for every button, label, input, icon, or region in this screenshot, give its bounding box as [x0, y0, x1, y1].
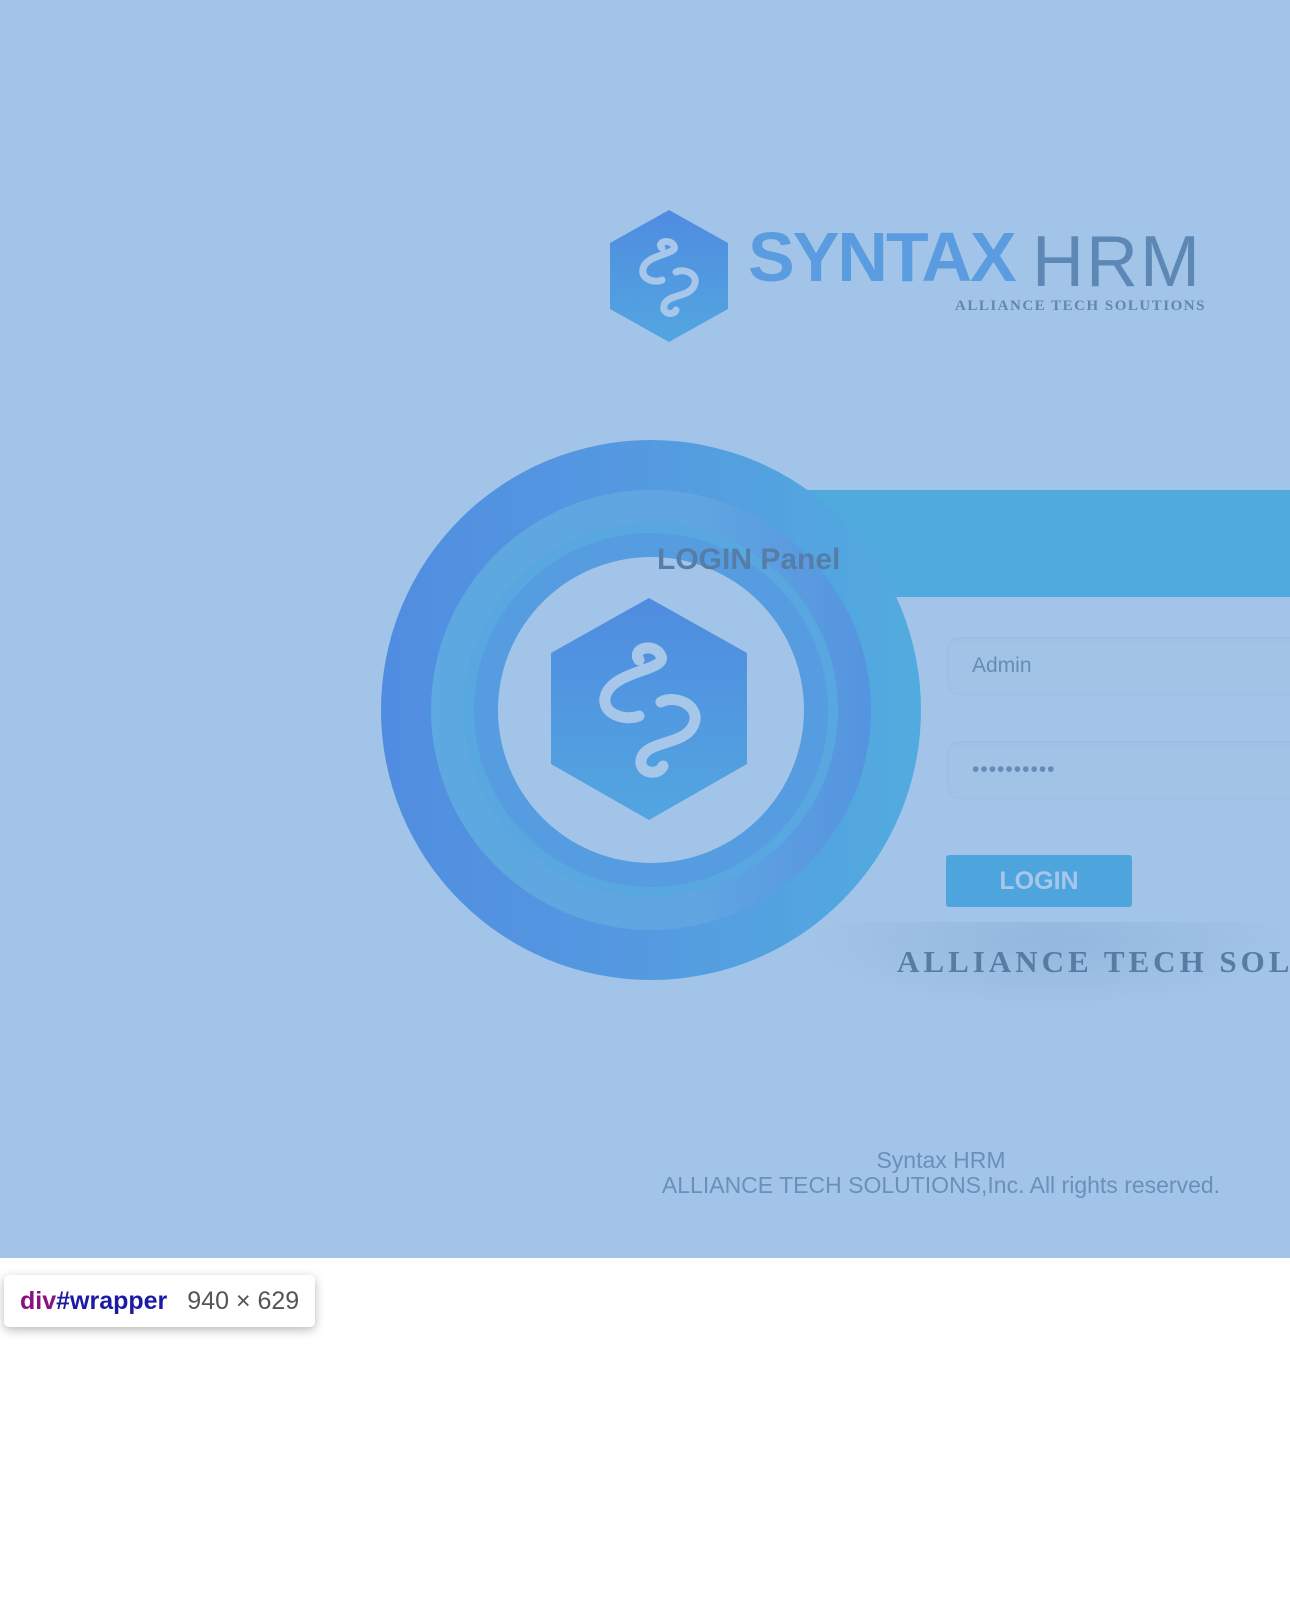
- inspector-tooltip: div#wrapper 940 × 629: [4, 1275, 316, 1327]
- password-input[interactable]: [947, 741, 1290, 799]
- emblem-logo-icon: [551, 598, 747, 820]
- login-page: SYNTAX HRM ALLIANCE TECH SOLUTIONS LOGIN…: [0, 0, 1290, 1258]
- footer-product: Syntax HRM: [876, 1147, 1006, 1173]
- login-panel-title: LOGIN Panel: [657, 543, 841, 576]
- syntax-logo-icon: [610, 210, 728, 342]
- footer: Syntax HRM ALLIANCE TECH SOLUTIONS,Inc. …: [0, 1148, 1290, 1198]
- logo-tagline: ALLIANCE TECH SOLUTIONS: [955, 298, 1206, 314]
- inspector-tooltip-arrow: [27, 1262, 55, 1276]
- username-input[interactable]: [947, 637, 1290, 695]
- inspector-id: #wrapper: [56, 1286, 168, 1315]
- inspector-tag: div: [20, 1286, 57, 1315]
- footer-copyright: ALLIANCE TECH SOLUTIONS,Inc. All rights …: [661, 1172, 1221, 1198]
- panel-brand-text: ALLIANCE TECH SOLUTIONS: [897, 944, 1290, 979]
- inspector-size: 940 × 629: [187, 1286, 300, 1315]
- login-button[interactable]: LOGIN: [946, 855, 1132, 907]
- inspector-selector: div#wrapper: [20, 1287, 167, 1316]
- logo-hrm-text: HRM: [1032, 222, 1202, 302]
- logo-syntax-text: SYNTAX: [748, 218, 1017, 296]
